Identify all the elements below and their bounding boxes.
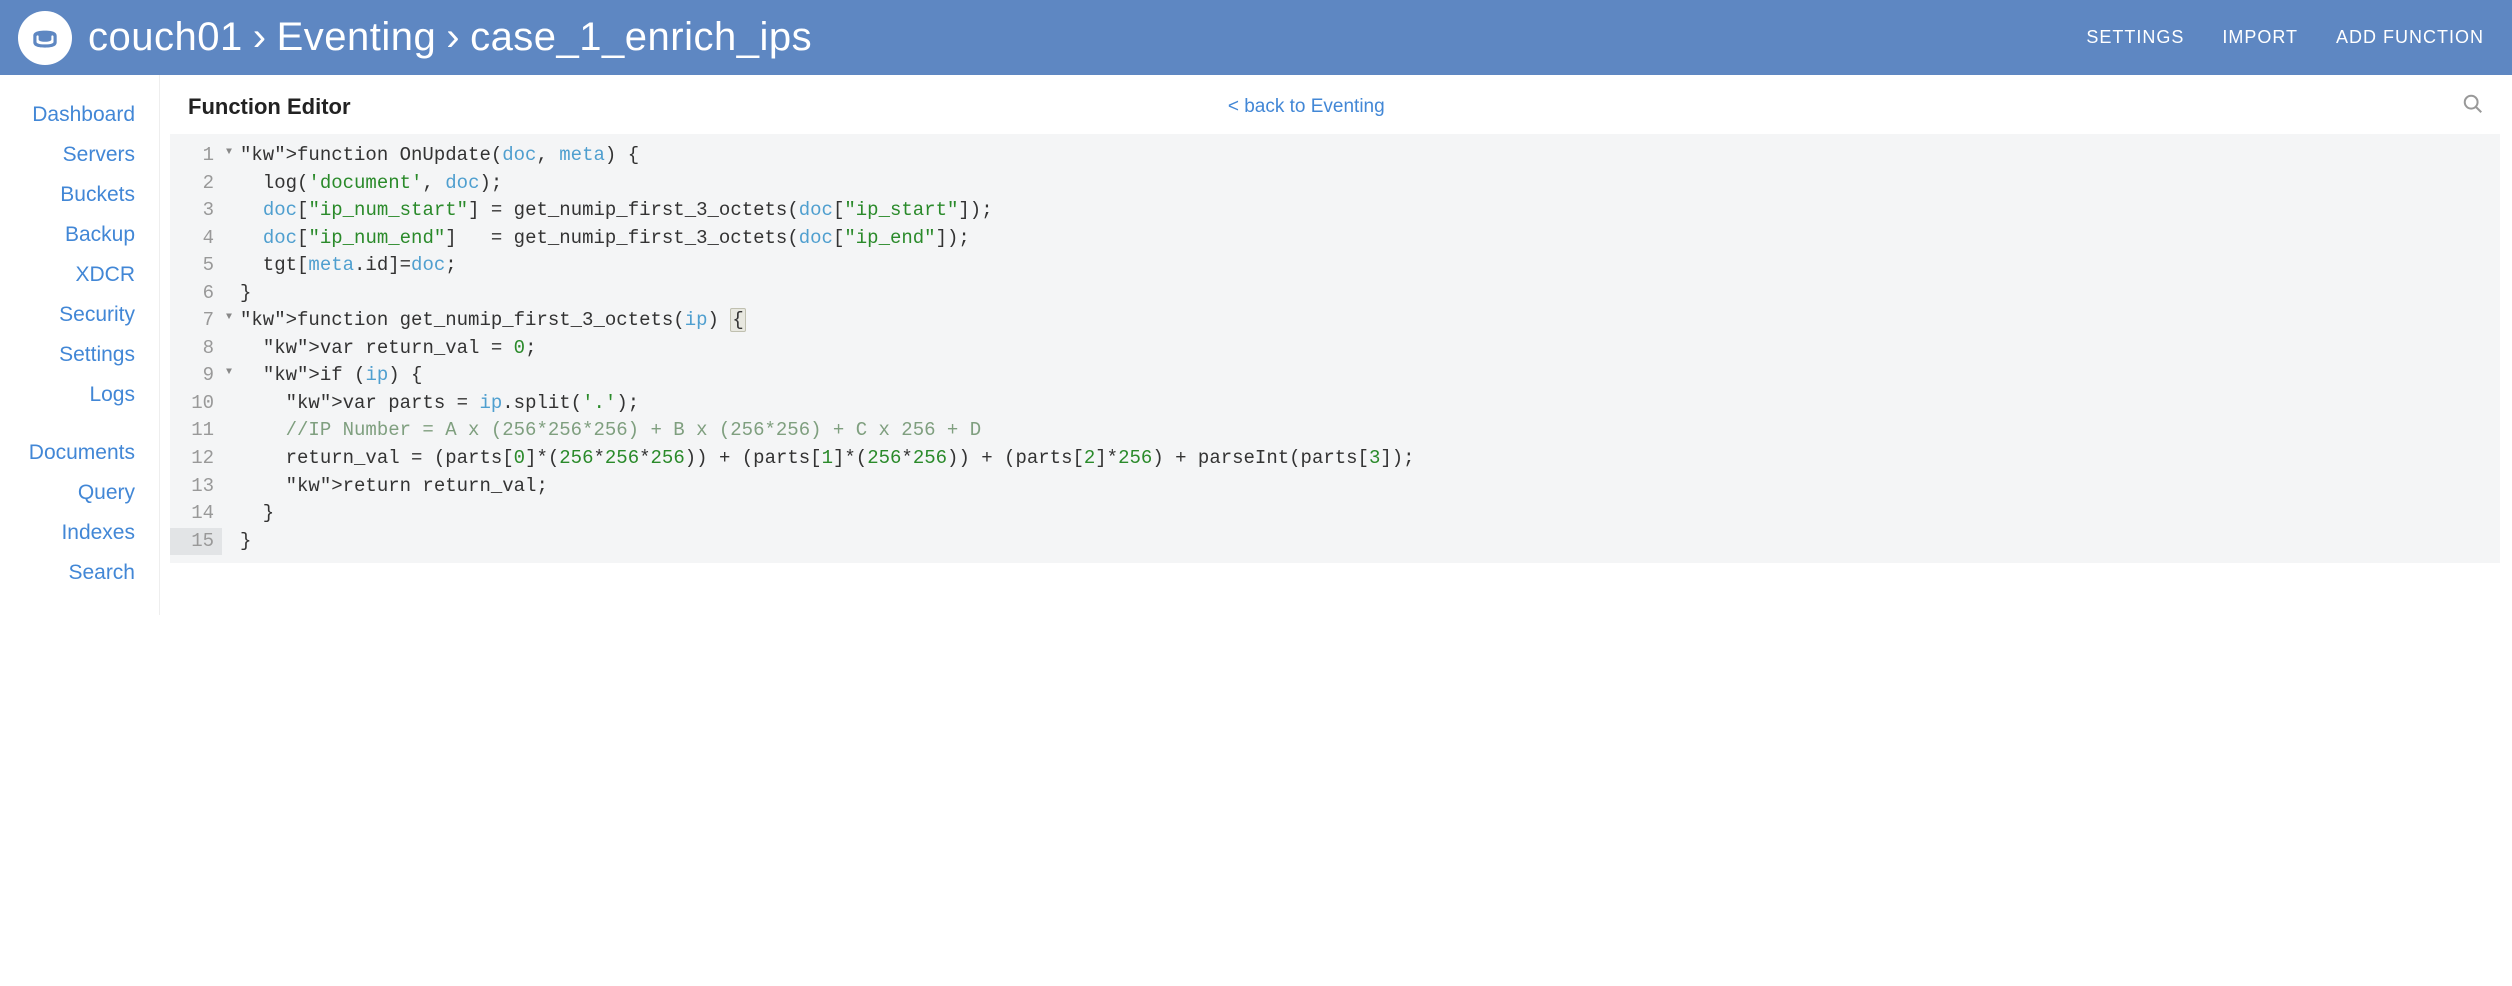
code-text[interactable]: //IP Number = A x (256*256*256) + B x (2… bbox=[222, 417, 981, 445]
editor-header: Function Editor < back to Eventing bbox=[160, 75, 2512, 134]
code-text[interactable]: doc["ip_num_start"] = get_numip_first_3_… bbox=[222, 197, 993, 225]
code-text[interactable]: tgt[meta.id]=doc; bbox=[222, 252, 457, 280]
line-number: 8 bbox=[170, 335, 222, 363]
breadcrumb-section[interactable]: Eventing bbox=[277, 15, 437, 60]
line-number: 11 bbox=[170, 417, 222, 445]
code-text[interactable]: return_val = (parts[0]*(256*256*256)) + … bbox=[222, 445, 1415, 473]
sidebar-item-indexes[interactable]: Indexes bbox=[0, 513, 159, 553]
app-header: couch01 › Eventing › case_1_enrich_ips S… bbox=[0, 0, 2512, 75]
code-line[interactable]: 6} bbox=[170, 280, 2500, 308]
sidebar-item-backup[interactable]: Backup bbox=[0, 215, 159, 255]
back-to-eventing-link[interactable]: < back to Eventing bbox=[1228, 96, 1385, 117]
sidebar-item-servers[interactable]: Servers bbox=[0, 135, 159, 175]
code-text[interactable]: } bbox=[222, 500, 274, 528]
line-number: 14 bbox=[170, 500, 222, 528]
code-line[interactable]: 2 log('document', doc); bbox=[170, 170, 2500, 198]
couchbase-logo bbox=[18, 11, 72, 65]
sidebar-item-search[interactable]: Search bbox=[0, 553, 159, 593]
code-line[interactable]: 4 doc["ip_num_end"] = get_numip_first_3_… bbox=[170, 225, 2500, 253]
line-number: 1▼ bbox=[170, 142, 222, 170]
code-text[interactable]: } bbox=[222, 280, 251, 308]
add-function-link[interactable]: ADD FUNCTION bbox=[2336, 27, 2484, 48]
code-text[interactable]: doc["ip_num_end"] = get_numip_first_3_oc… bbox=[222, 225, 970, 253]
code-line[interactable]: 15} bbox=[170, 528, 2500, 556]
line-number: 7▼ bbox=[170, 307, 222, 335]
back-link-wrap: < back to Eventing bbox=[151, 96, 2462, 118]
code-editor[interactable]: 1▼"kw">function OnUpdate(doc, meta) {2 l… bbox=[170, 134, 2500, 563]
settings-link[interactable]: SETTINGS bbox=[2086, 27, 2184, 48]
code-line[interactable]: 3 doc["ip_num_start"] = get_numip_first_… bbox=[170, 197, 2500, 225]
code-line[interactable]: 12 return_val = (parts[0]*(256*256*256))… bbox=[170, 445, 2500, 473]
line-number: 10 bbox=[170, 390, 222, 418]
line-number: 13 bbox=[170, 473, 222, 501]
fold-toggle-icon[interactable]: ▼ bbox=[226, 146, 232, 161]
line-number: 9▼ bbox=[170, 362, 222, 390]
code-line[interactable]: 5 tgt[meta.id]=doc; bbox=[170, 252, 2500, 280]
header-actions: SETTINGS IMPORT ADD FUNCTION bbox=[2086, 27, 2484, 48]
line-number: 6 bbox=[170, 280, 222, 308]
chevron-right-icon: › bbox=[446, 15, 460, 60]
line-number: 15 bbox=[170, 528, 222, 556]
line-number: 2 bbox=[170, 170, 222, 198]
code-line[interactable]: 7▼"kw">function get_numip_first_3_octets… bbox=[170, 307, 2500, 335]
code-line[interactable]: 1▼"kw">function OnUpdate(doc, meta) { bbox=[170, 142, 2500, 170]
sidebar-item-xdcr[interactable]: XDCR bbox=[0, 255, 159, 295]
sidebar-item-query[interactable]: Query bbox=[0, 473, 159, 513]
code-text[interactable]: "kw">return return_val; bbox=[222, 473, 548, 501]
breadcrumb-node[interactable]: couch01 bbox=[88, 15, 243, 60]
code-line[interactable]: 11 //IP Number = A x (256*256*256) + B x… bbox=[170, 417, 2500, 445]
search-icon[interactable] bbox=[2462, 93, 2484, 120]
code-text[interactable]: "kw">var return_val = 0; bbox=[222, 335, 536, 363]
main-content: Function Editor < back to Eventing 1▼"kw… bbox=[160, 75, 2512, 615]
sidebar-item-dashboard[interactable]: Dashboard bbox=[0, 95, 159, 135]
sidebar-item-buckets[interactable]: Buckets bbox=[0, 175, 159, 215]
fold-toggle-icon[interactable]: ▼ bbox=[226, 366, 232, 381]
code-text[interactable]: } bbox=[222, 528, 251, 556]
code-line[interactable]: 14 } bbox=[170, 500, 2500, 528]
chevron-right-icon: › bbox=[253, 15, 267, 60]
couchbase-icon bbox=[28, 21, 62, 55]
sidebar-item-security[interactable]: Security bbox=[0, 295, 159, 335]
line-number: 5 bbox=[170, 252, 222, 280]
breadcrumb: couch01 › Eventing › case_1_enrich_ips bbox=[88, 15, 2086, 60]
code-line[interactable]: 9▼ "kw">if (ip) { bbox=[170, 362, 2500, 390]
code-text[interactable]: log('document', doc); bbox=[222, 170, 502, 198]
sidebar-item-documents[interactable]: Documents bbox=[0, 433, 159, 473]
line-number: 3 bbox=[170, 197, 222, 225]
code-text[interactable]: "kw">function OnUpdate(doc, meta) { bbox=[222, 142, 639, 170]
import-link[interactable]: IMPORT bbox=[2222, 27, 2298, 48]
code-line[interactable]: 8 "kw">var return_val = 0; bbox=[170, 335, 2500, 363]
code-text[interactable]: "kw">var parts = ip.split('.'); bbox=[222, 390, 639, 418]
code-text[interactable]: "kw">function get_numip_first_3_octets(i… bbox=[222, 307, 746, 335]
code-line[interactable]: 13 "kw">return return_val; bbox=[170, 473, 2500, 501]
sidebar-item-settings[interactable]: Settings bbox=[0, 335, 159, 375]
breadcrumb-current: case_1_enrich_ips bbox=[470, 15, 812, 60]
sidebar-divider bbox=[0, 415, 159, 433]
line-number: 4 bbox=[170, 225, 222, 253]
line-number: 12 bbox=[170, 445, 222, 473]
code-text[interactable]: "kw">if (ip) { bbox=[222, 362, 422, 390]
sidebar: Dashboard Servers Buckets Backup XDCR Se… bbox=[0, 75, 160, 615]
fold-toggle-icon[interactable]: ▼ bbox=[226, 311, 232, 326]
sidebar-item-logs[interactable]: Logs bbox=[0, 375, 159, 415]
code-line[interactable]: 10 "kw">var parts = ip.split('.'); bbox=[170, 390, 2500, 418]
